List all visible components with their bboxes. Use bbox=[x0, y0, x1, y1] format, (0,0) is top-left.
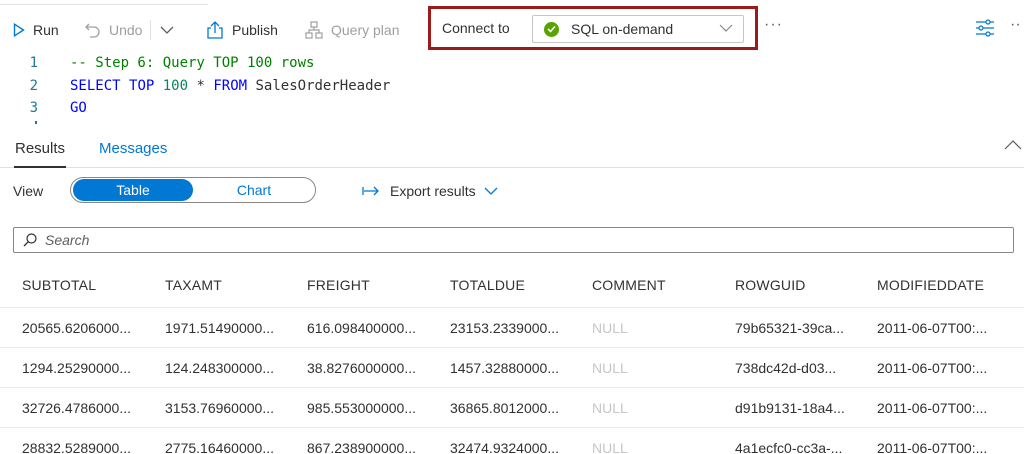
cell-totaldue[interactable]: 32474.9324000... bbox=[450, 428, 578, 454]
chevron-up-icon[interactable] bbox=[1004, 138, 1022, 156]
view-table-option[interactable]: Table bbox=[73, 179, 193, 201]
table-row[interactable]: 1294.25290000... 124.248300000... 38.827… bbox=[0, 348, 1024, 388]
column-header-modifieddate[interactable]: MODIFIEDDATE bbox=[877, 263, 1017, 307]
cell-modifieddate[interactable]: 2011-06-07T00:... bbox=[877, 348, 1017, 387]
run-icon bbox=[13, 23, 25, 37]
tab-results[interactable]: Results bbox=[13, 140, 67, 168]
code-line: 3 GO bbox=[0, 98, 87, 118]
cell-taxamt[interactable]: 1971.51490000... bbox=[165, 308, 293, 347]
undo-label: Undo bbox=[109, 22, 143, 38]
results-grid: SUBTOTAL TAXAMT FREIGHT TOTALDUE COMMENT… bbox=[0, 263, 1024, 454]
search-box bbox=[13, 227, 1014, 253]
cell-totaldue[interactable]: 23153.2339000... bbox=[450, 308, 578, 347]
view-chart-option[interactable]: Chart bbox=[195, 178, 313, 202]
query-plan-button[interactable]: Query plan bbox=[305, 18, 399, 42]
table-row[interactable]: 32726.4786000... 3153.76960000... 985.55… bbox=[0, 388, 1024, 428]
code-comment: -- Step 6: Query TOP 100 rows bbox=[70, 55, 315, 71]
column-header-totaldue[interactable]: TOTALDUE bbox=[450, 263, 578, 307]
run-button[interactable]: Run bbox=[13, 18, 59, 42]
cell-modifieddate[interactable]: 2011-06-07T00:... bbox=[877, 428, 1017, 454]
column-header-taxamt[interactable]: TAXAMT bbox=[165, 263, 293, 307]
undo-icon bbox=[85, 23, 100, 38]
results-tab-bar: Results Messages bbox=[0, 134, 1024, 168]
keyword-top: TOP bbox=[129, 78, 155, 94]
column-header-rowguid[interactable]: ROWGUID bbox=[735, 263, 863, 307]
cell-freight[interactable]: 985.553000000... bbox=[307, 388, 435, 427]
table-row[interactable]: 28832.5289000... 2775.16460000... 867.23… bbox=[0, 428, 1024, 454]
table-name: SalesOrderHeader bbox=[247, 78, 391, 94]
search-icon bbox=[23, 233, 37, 247]
undo-dropdown-button[interactable] bbox=[160, 18, 174, 42]
cell-taxamt[interactable]: 124.248300000... bbox=[165, 348, 293, 387]
column-header-subtotal[interactable]: SUBTOTAL bbox=[22, 263, 150, 307]
connect-to-label: Connect to bbox=[442, 20, 510, 36]
grid-header-row: SUBTOTAL TAXAMT FREIGHT TOTALDUE COMMENT… bbox=[0, 263, 1024, 308]
view-label: View bbox=[13, 183, 44, 199]
cell-rowguid[interactable]: 738dc42d-d03... bbox=[735, 348, 863, 387]
line-number: 2 bbox=[29, 78, 38, 94]
run-label: Run bbox=[33, 22, 59, 38]
cell-taxamt[interactable]: 2775.16460000... bbox=[165, 428, 293, 454]
toolbar: Run Undo Publish Query plan Connect to S… bbox=[0, 0, 1024, 58]
cell-rowguid[interactable]: 4a1ecfc0-cc3a-... bbox=[735, 428, 863, 454]
column-header-freight[interactable]: FREIGHT bbox=[307, 263, 435, 307]
cell-rowguid[interactable]: d91b9131-18a4... bbox=[735, 388, 863, 427]
keyword-go: GO bbox=[70, 100, 87, 116]
cell-totaldue[interactable]: 1457.32880000... bbox=[450, 348, 578, 387]
check-circle-icon bbox=[544, 21, 559, 37]
query-plan-label: Query plan bbox=[331, 22, 400, 38]
query-plan-icon bbox=[305, 21, 323, 39]
cell-subtotal[interactable]: 20565.6206000... bbox=[22, 308, 150, 347]
code-line: 1 -- Step 6: Query TOP 100 rows bbox=[0, 53, 315, 73]
cell-taxamt[interactable]: 3153.76960000... bbox=[165, 388, 293, 427]
code-text: * bbox=[188, 78, 214, 94]
code-statement: SELECT TOP 100 * FROM SalesOrderHeader bbox=[70, 78, 390, 94]
code-line: 2 SELECT TOP 100 * FROM SalesOrderHeader bbox=[0, 76, 391, 96]
line-marker bbox=[35, 121, 37, 124]
more-options-right-button[interactable]: ·· bbox=[1010, 16, 1021, 34]
export-results-label: Export results bbox=[390, 183, 476, 199]
cell-subtotal[interactable]: 28832.5289000... bbox=[22, 428, 150, 454]
publish-icon bbox=[207, 21, 223, 39]
chevron-down-icon bbox=[719, 24, 733, 32]
cell-freight[interactable]: 616.098400000... bbox=[307, 308, 435, 347]
chevron-down-icon bbox=[160, 26, 174, 34]
cell-comment[interactable]: NULL bbox=[592, 428, 720, 454]
connection-dropdown[interactable]: SQL on-demand bbox=[532, 15, 744, 43]
number-literal: 100 bbox=[162, 78, 189, 94]
tab-messages[interactable]: Messages bbox=[99, 140, 167, 157]
view-toggle: Table Chart bbox=[70, 177, 316, 203]
cell-freight[interactable]: 867.238900000... bbox=[307, 428, 435, 454]
tab-strip-edge bbox=[0, 0, 208, 5]
column-header-comment[interactable]: COMMENT bbox=[592, 263, 720, 307]
cell-comment[interactable]: NULL bbox=[592, 308, 720, 347]
export-arrow-icon bbox=[362, 186, 379, 196]
publish-label: Publish bbox=[232, 22, 278, 38]
undo-button[interactable]: Undo bbox=[83, 18, 142, 42]
cell-comment[interactable]: NULL bbox=[592, 348, 720, 387]
cell-totaldue[interactable]: 36865.8012000... bbox=[450, 388, 578, 427]
filter-settings-icon[interactable] bbox=[975, 19, 995, 42]
chevron-down-icon bbox=[484, 187, 498, 195]
keyword-select: SELECT bbox=[70, 78, 121, 94]
sql-editor[interactable]: 1 -- Step 6: Query TOP 100 rows 2 SELECT… bbox=[0, 52, 1024, 124]
export-results-button[interactable]: Export results bbox=[362, 181, 498, 201]
toolbar-divider bbox=[150, 20, 151, 40]
more-options-button[interactable]: ··· bbox=[764, 16, 783, 34]
connection-value: SQL on-demand bbox=[571, 21, 674, 37]
cell-freight[interactable]: 38.8276000000... bbox=[307, 348, 435, 387]
table-row[interactable]: 20565.6206000... 1971.51490000... 616.09… bbox=[0, 308, 1024, 348]
search-input[interactable] bbox=[45, 232, 945, 248]
line-number: 1 bbox=[29, 55, 38, 71]
cell-modifieddate[interactable]: 2011-06-07T00:... bbox=[877, 308, 1017, 347]
cell-modifieddate[interactable]: 2011-06-07T00:... bbox=[877, 388, 1017, 427]
cell-rowguid[interactable]: 79b65321-39ca... bbox=[735, 308, 863, 347]
line-number: 3 bbox=[29, 100, 38, 116]
cell-subtotal[interactable]: 1294.25290000... bbox=[22, 348, 150, 387]
cell-comment[interactable]: NULL bbox=[592, 388, 720, 427]
publish-button[interactable]: Publish bbox=[206, 18, 278, 42]
cell-subtotal[interactable]: 32726.4786000... bbox=[22, 388, 150, 427]
keyword-from: FROM bbox=[213, 78, 248, 94]
